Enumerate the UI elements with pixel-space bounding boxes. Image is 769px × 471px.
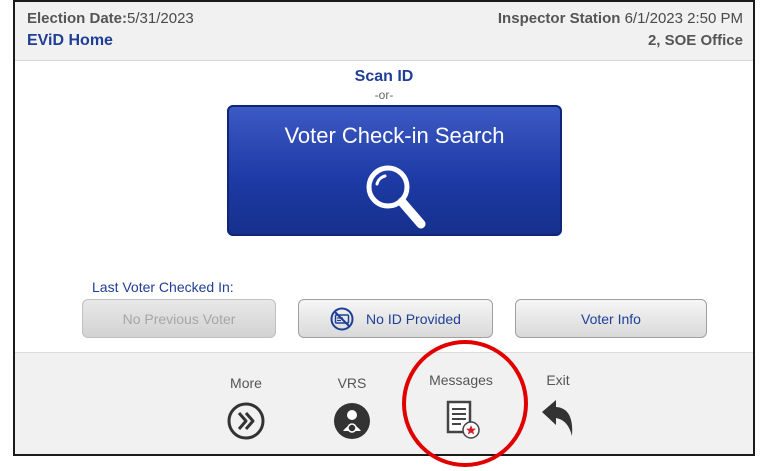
no-id-provided-label: No ID Provided [366,310,461,327]
station-label: Inspector Station [497,10,621,27]
user-sync-icon [334,403,370,439]
header-bar: Election Date:5/31/2023 EViD Home Inspec… [15,2,753,61]
election-date-label: Election Date: [27,10,128,27]
vrs-button[interactable]: VRS [322,375,382,441]
election-date: Election Date:5/31/2023 [27,10,194,27]
more-label: More [230,375,262,391]
exit-label: Exit [546,372,570,388]
election-date-value: 5/31/2023 [127,10,194,27]
station-datetime: 6/1/2023 2:50 PM [624,10,743,27]
scan-id-label: Scan ID [354,68,414,85]
magnifier-icon [366,165,426,229]
double-chevron-right-icon [227,402,265,440]
exit-button[interactable]: Exit [533,372,583,440]
app-window: Election Date:5/31/2023 EViD Home Inspec… [13,0,755,467]
footer-toolbar: More VRS Messages Exit [15,352,753,454]
vrs-label: VRS [337,375,367,391]
more-button[interactable]: More [216,375,276,441]
search-button-label: Voter Check-in Search [284,123,505,148]
no-previous-voter-label: No Previous Voter [122,310,236,327]
no-previous-voter-button[interactable]: No Previous Voter [82,299,276,338]
or-separator: -or- [374,88,394,102]
page-title[interactable]: EViD Home [27,32,113,50]
station-info: Inspector Station 6/1/2023 2:50 PM [498,10,743,27]
no-id-card-icon [330,307,354,330]
voter-check-in-search-button[interactable]: Voter Check-in Search [227,105,562,236]
last-voter-label: Last Voter Checked In: [92,279,234,295]
voter-info-button[interactable]: Voter Info [515,299,707,338]
voter-info-label: Voter Info [581,310,641,327]
back-arrow-icon [542,400,573,436]
no-id-provided-button[interactable]: No ID Provided [298,299,493,338]
station-location: 2, SOE Office [647,32,743,49]
messages-highlight-circle [402,340,528,467]
